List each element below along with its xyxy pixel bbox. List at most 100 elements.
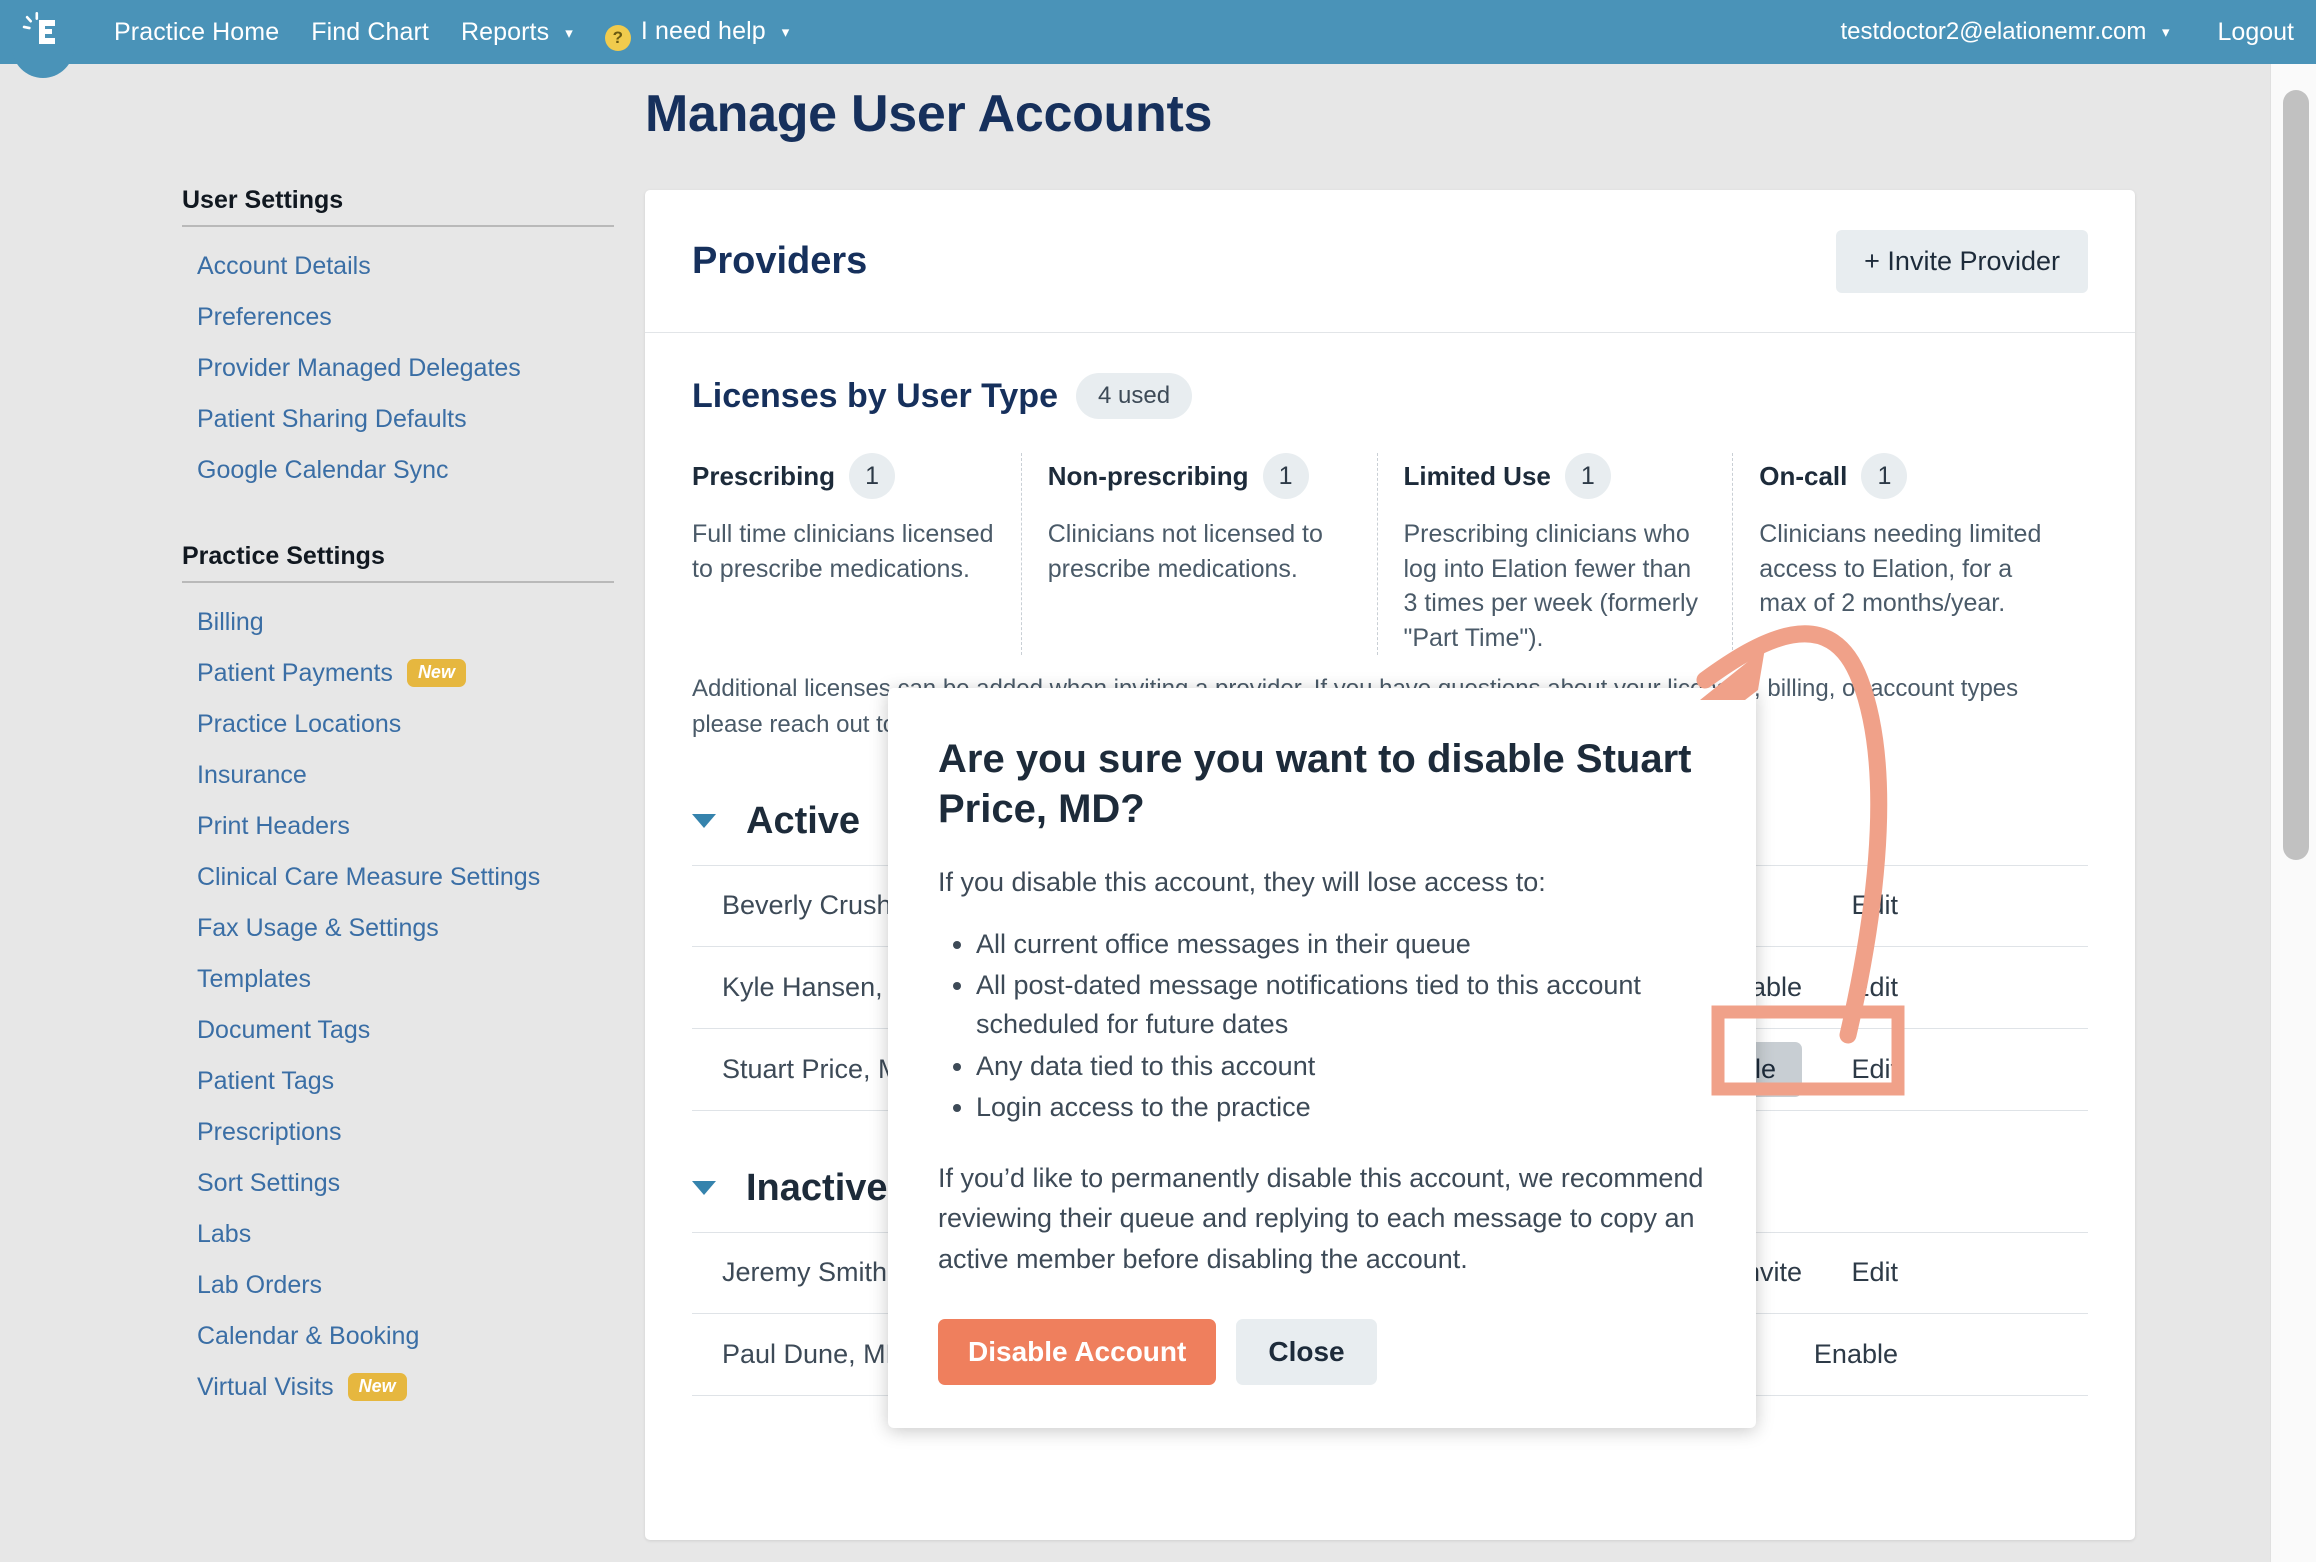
license-type-columns: Prescribing 1 Full time clinicians licen… [692,453,2088,655]
licenses-title: Licenses by User Type [692,377,1058,416]
invite-provider-button[interactable]: + Invite Provider [1836,230,2088,293]
sidebar-item-label: Patient Sharing Defaults [197,405,467,434]
user-account-menu[interactable]: testdoctor2@elationemr.com ▾ [1840,18,2169,46]
sidebar-item-patient-sharing-defaults[interactable]: Patient Sharing Defaults [182,394,614,445]
license-type-description: Clinicians not licensed to prescribe med… [1048,517,1351,586]
row-action-edit[interactable]: Edit [1802,972,1972,1003]
licenses-section: Licenses by User Type 4 used Prescribing… [645,333,2135,655]
question-mark-icon: ? [605,25,631,51]
settings-sidebar: User Settings Account Details Preference… [182,186,614,1413]
sidebar-item-label: Templates [197,965,311,994]
app-logo[interactable] [0,0,86,64]
disable-account-modal: Are you sure you want to disable Stuart … [888,688,1756,1428]
sidebar-item-label: Provider Managed Delegates [197,354,521,383]
new-badge: New [348,1373,407,1401]
license-type-count: 1 [849,453,895,499]
licenses-used-badge: 4 used [1076,373,1192,419]
license-column-on-call: On-call 1 Clinicians needing limited acc… [1732,453,2088,655]
sidebar-group-title-user-settings: User Settings [182,186,614,227]
sidebar-item-label: Patient Tags [197,1067,334,1096]
providers-heading: Providers [692,240,867,283]
nav-link-reports[interactable]: Reports ▾ [445,18,589,47]
license-column-head: Limited Use 1 [1404,453,1707,499]
logout-link[interactable]: Logout [2218,18,2294,47]
sidebar-item-templates[interactable]: Templates [182,954,614,1005]
sidebar-group-title-practice-settings: Practice Settings [182,542,614,583]
modal-button-row: Disable Account Close [938,1319,1706,1385]
nav-link-practice-home[interactable]: Practice Home [98,18,295,47]
license-type-count: 1 [1565,453,1611,499]
sidebar-item-labs[interactable]: Labs [182,1209,614,1260]
sidebar-item-label: Sort Settings [197,1169,340,1198]
license-column-head: On-call 1 [1759,453,2062,499]
caret-down-icon[interactable] [692,1181,716,1195]
disable-account-button[interactable]: Disable Account [938,1319,1216,1385]
row-action-edit[interactable]: Edit [1802,1054,1972,1085]
nav-link-label: Reports [461,18,549,46]
license-column-prescribing: Prescribing 1 Full time clinicians licen… [692,453,1021,655]
sidebar-item-calendar-booking[interactable]: Calendar & Booking [182,1311,614,1362]
license-type-description: Prescribing clinicians who log into Elat… [1404,517,1707,655]
license-type-count: 1 [1263,453,1309,499]
sidebar-item-fax-usage-settings[interactable]: Fax Usage & Settings [182,903,614,954]
license-type-description: Clinicians needing limited access to Ela… [1759,517,2062,621]
license-type-name: Limited Use [1404,461,1551,492]
list-item: All post-dated message notifications tie… [976,966,1706,1045]
caret-down-icon[interactable] [692,814,716,828]
sidebar-item-label: Document Tags [197,1016,370,1045]
page-title: Manage User Accounts [645,84,1212,144]
nav-link-i-need-help[interactable]: ?I need help ▾ [589,17,806,47]
row-action-enable[interactable]: Enable [1802,1339,1972,1370]
sidebar-item-print-headers[interactable]: Print Headers [182,801,614,852]
sidebar-item-prescriptions[interactable]: Prescriptions [182,1107,614,1158]
nav-link-find-chart[interactable]: Find Chart [295,18,445,47]
nav-link-label: Find Chart [311,18,429,46]
sidebar-item-label: Fax Usage & Settings [197,914,439,943]
sidebar-item-label: Account Details [197,252,371,281]
sidebar-item-label: Labs [197,1220,251,1249]
chevron-down-icon: ▾ [565,24,573,42]
sidebar-item-account-details[interactable]: Account Details [182,241,614,292]
nav-link-label: I need help [641,17,766,45]
nav-link-label: Practice Home [114,18,279,46]
sidebar-item-label: Practice Locations [197,710,401,739]
sidebar-item-label: Lab Orders [197,1271,322,1300]
modal-body: Are you sure you want to disable Stuart … [888,688,1756,1431]
page-scrollbar-thumb[interactable] [2283,90,2309,860]
sidebar-item-patient-payments[interactable]: Patient Payments New [182,648,614,699]
close-button[interactable]: Close [1236,1319,1376,1385]
sidebar-item-clinical-care-measure-settings[interactable]: Clinical Care Measure Settings [182,852,614,903]
sidebar-item-provider-managed-delegates[interactable]: Provider Managed Delegates [182,343,614,394]
row-action-edit[interactable]: Edit [1802,1257,1972,1288]
sidebar-item-billing[interactable]: Billing [182,597,614,648]
sidebar-item-label: Insurance [197,761,307,790]
sidebar-item-label: Preferences [197,303,332,332]
sidebar-item-label: Prescriptions [197,1118,342,1147]
chevron-down-icon: ▾ [2162,23,2170,41]
modal-bullet-list: All current office messages in their que… [938,925,1706,1128]
sidebar-item-sort-settings[interactable]: Sort Settings [182,1158,614,1209]
modal-title: Are you sure you want to disable Stuart … [938,734,1706,834]
sidebar-item-preferences[interactable]: Preferences [182,292,614,343]
sidebar-item-google-calendar-sync[interactable]: Google Calendar Sync [182,445,614,496]
license-type-description: Full time clinicians licensed to prescri… [692,517,995,586]
nav-right-cluster: testdoctor2@elationemr.com ▾ Logout [1840,18,2316,47]
sidebar-item-label: Print Headers [197,812,350,841]
nav-links: Practice Home Find Chart Reports ▾ ?I ne… [98,17,805,47]
sidebar-item-patient-tags[interactable]: Patient Tags [182,1056,614,1107]
sidebar-item-document-tags[interactable]: Document Tags [182,1005,614,1056]
row-action-edit[interactable]: Edit [1802,890,1972,921]
list-item: All current office messages in their que… [976,925,1706,964]
modal-recommendation-text: If you’d like to permanently disable thi… [938,1158,1706,1280]
inactive-section-title: Inactive [746,1167,888,1210]
sidebar-item-lab-orders[interactable]: Lab Orders [182,1260,614,1311]
sidebar-item-label: Virtual Visits [197,1373,334,1402]
license-type-name: Non-prescribing [1048,461,1249,492]
sidebar-item-practice-locations[interactable]: Practice Locations [182,699,614,750]
list-item: Login access to the practice [976,1088,1706,1127]
sidebar-item-insurance[interactable]: Insurance [182,750,614,801]
sidebar-item-label: Google Calendar Sync [197,456,449,485]
license-column-limited-use: Limited Use 1 Prescribing clinicians who… [1377,453,1733,655]
sidebar-item-label: Patient Payments [197,659,393,688]
sidebar-item-virtual-visits[interactable]: Virtual Visits New [182,1362,614,1413]
